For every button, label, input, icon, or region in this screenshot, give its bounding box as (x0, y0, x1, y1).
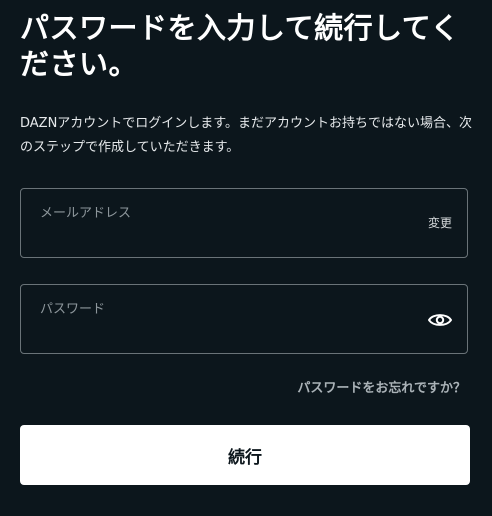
page-title: パスワードを入力して続行してください。 (20, 11, 460, 81)
email-input[interactable] (39, 221, 407, 247)
password-field[interactable]: パスワード (20, 284, 468, 354)
email-field[interactable]: メールアドレス 変更 (20, 188, 468, 258)
forgot-password-link[interactable]: パスワードをお忘れですか？ (297, 377, 466, 396)
page-description: DAZNアカウントでログインします。まだアカウントお持ちではない場合、次のステッ… (20, 116, 473, 155)
continue-button[interactable]: 続行 (20, 425, 470, 485)
change-email-link[interactable]: 変更 (428, 214, 452, 231)
password-field-label: パスワード (40, 302, 106, 317)
email-field-label: メールアドレス (40, 206, 132, 221)
login-password-page: パスワードを入力して続行してください。 DAZNアカウントでログインします。まだ… (0, 0, 492, 516)
eye-icon-graphic (428, 314, 452, 326)
eye-icon[interactable] (427, 307, 453, 333)
password-input[interactable] (39, 317, 407, 343)
